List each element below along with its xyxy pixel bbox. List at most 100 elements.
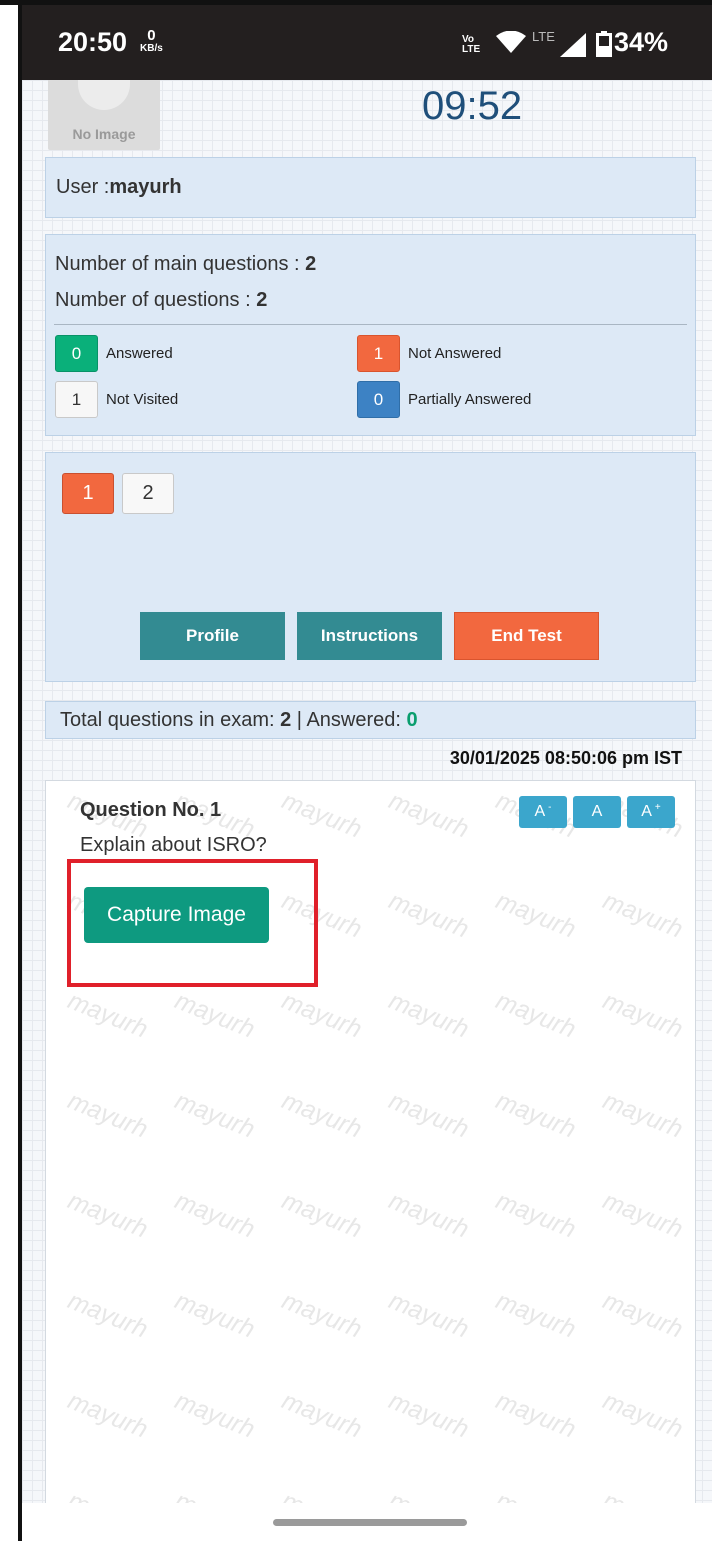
signal-icon — [560, 33, 586, 62]
question-panel: mayurh mayurh mayurh mayurh mayurh mayurh mayu… — [45, 780, 696, 1541]
answered-separator: | Answered: — [291, 709, 407, 731]
watermark-text: mayurh — [384, 1186, 473, 1244]
answered-value: 0 — [406, 709, 418, 731]
questions-count: Number of questions : 2 — [55, 289, 267, 312]
watermark-text: mayurh — [63, 1186, 152, 1244]
not-answered-count-badge: 1 — [357, 335, 400, 372]
volte-indicator: Vo LTE — [462, 34, 481, 55]
answered-count-badge: 0 — [55, 335, 98, 372]
exam-page: No Image 09:52 User :mayurh Number of ma… — [22, 80, 712, 1541]
net-speed-unit: KB/s — [140, 43, 163, 54]
watermark-text: mayurh — [63, 1386, 152, 1444]
legend-not-answered: 1 Not Answered — [357, 335, 501, 372]
stats-panel: Number of main questions : 2 Number of q… — [45, 234, 696, 436]
exam-summary-text: Total questions in exam: 2 | Answered: 0 — [60, 709, 418, 732]
question-button-1[interactable]: 1 — [62, 473, 114, 514]
watermark-text: mayurh — [170, 1186, 259, 1244]
user-info: User :mayurh — [56, 176, 182, 199]
battery-icon — [596, 31, 612, 62]
minus-icon: - — [548, 801, 552, 813]
phone-screen: 20:50 0 KB/s Vo LTE LTE 34% No Image 09:… — [22, 5, 712, 1541]
watermark-text: mayurh — [598, 1386, 687, 1444]
main-questions-count: Number of main questions : 2 — [55, 253, 316, 276]
watermark-text: mayurh — [63, 1286, 152, 1344]
watermark-text: mayurh — [63, 986, 152, 1044]
watermark-text: mayurh — [384, 1086, 473, 1144]
watermark-text: mayurh — [63, 1086, 152, 1144]
status-bar: 20:50 0 KB/s Vo LTE LTE 34% — [22, 5, 712, 80]
current-datetime: 30/01/2025 08:50:06 pm IST — [449, 748, 682, 768]
font-decrease-label: A — [534, 803, 546, 820]
divider — [54, 324, 687, 325]
watermark-text: mayurh — [598, 886, 687, 944]
instructions-button[interactable]: Instructions — [297, 612, 442, 660]
watermark-text: mayurh — [598, 1186, 687, 1244]
profile-button[interactable]: Profile — [140, 612, 285, 660]
watermark-text: mayurh — [384, 786, 473, 844]
main-questions-label: Number of main questions : — [55, 253, 306, 275]
main-questions-value: 2 — [305, 253, 317, 275]
watermark-text: mayurh — [491, 1186, 580, 1244]
watermark-text: mayurh — [384, 1386, 473, 1444]
partially-answered-count-badge: 0 — [357, 381, 400, 418]
battery-level: 34% — [614, 27, 669, 57]
status-time: 20:50 — [58, 27, 128, 57]
capture-image-button[interactable]: Capture Image — [84, 887, 269, 943]
exam-summary-bar: Total questions in exam: 2 | Answered: 0 — [45, 701, 696, 739]
watermark-text: mayurh — [491, 986, 580, 1044]
watermark-text: mayurh — [384, 1286, 473, 1344]
total-value: 2 — [280, 709, 292, 731]
watermark-text: mayurh — [384, 986, 473, 1044]
not-answered-label: Not Answered — [408, 345, 502, 362]
wifi-icon — [496, 30, 526, 58]
avatar-silhouette-icon — [78, 80, 130, 110]
watermark-text: mayurh — [598, 1086, 687, 1144]
watermark-text: mayurh — [170, 986, 259, 1044]
watermark-text: mayurh — [170, 1286, 259, 1344]
font-decrease-button[interactable]: A- — [519, 796, 567, 828]
net-speed: 0 KB/s — [140, 27, 163, 54]
not-visited-count-badge: 1 — [55, 381, 98, 418]
questions-value: 2 — [256, 289, 268, 311]
watermark-text: mayurh — [170, 1386, 259, 1444]
watermark-text: mayurh — [170, 1086, 259, 1144]
answered-label: Answered — [106, 345, 173, 362]
countdown-timer: 09:52 — [422, 84, 523, 128]
end-test-button[interactable]: End Test — [454, 612, 599, 660]
question-button-2[interactable]: 2 — [122, 473, 174, 514]
partially-answered-label: Partially Answered — [408, 391, 532, 408]
watermark-text: mayurh — [277, 786, 366, 844]
user-panel: User :mayurh — [45, 157, 696, 218]
watermark-text: mayurh — [491, 1386, 580, 1444]
watermark-text: mayurh — [277, 986, 366, 1044]
legend-not-visited: 1 Not Visited — [55, 381, 178, 418]
watermark-text: mayurh — [491, 1086, 580, 1144]
system-navigation-bar — [22, 1503, 712, 1541]
watermark-text: mayurh — [277, 1186, 366, 1244]
questions-label: Number of questions : — [55, 289, 257, 311]
legend-answered: 0 Answered — [55, 335, 173, 372]
font-increase-label: A — [641, 803, 652, 820]
total-label: Total questions in exam: — [60, 709, 281, 731]
frame-edge — [0, 0, 5, 1541]
font-increase-button[interactable]: A + — [627, 796, 675, 828]
watermark-text: mayurh — [491, 886, 580, 944]
question-title: Question No. 1 — [80, 799, 222, 821]
home-gesture-handle[interactable] — [273, 1519, 467, 1526]
net-speed-value: 0 — [147, 27, 156, 44]
watermark-text: mayurh — [491, 1286, 580, 1344]
question-navigation-panel: 1 2 Profile Instructions End Test — [45, 452, 696, 682]
profile-photo-placeholder: No Image — [48, 80, 160, 150]
question-text: Explain about ISRO? — [80, 834, 267, 856]
user-name: mayurh — [109, 176, 182, 198]
plus-icon: + — [654, 801, 661, 813]
lte-indicator: LTE — [532, 29, 555, 44]
user-label: User : — [56, 176, 110, 198]
not-visited-label: Not Visited — [106, 391, 179, 408]
font-reset-button[interactable]: A — [573, 796, 621, 828]
watermark-text: mayurh — [277, 1086, 366, 1144]
no-image-label: No Image — [72, 126, 136, 142]
watermark-text: mayurh — [384, 886, 473, 944]
watermark-text: mayurh — [277, 1286, 366, 1344]
watermark-text: mayurh — [598, 1286, 687, 1344]
